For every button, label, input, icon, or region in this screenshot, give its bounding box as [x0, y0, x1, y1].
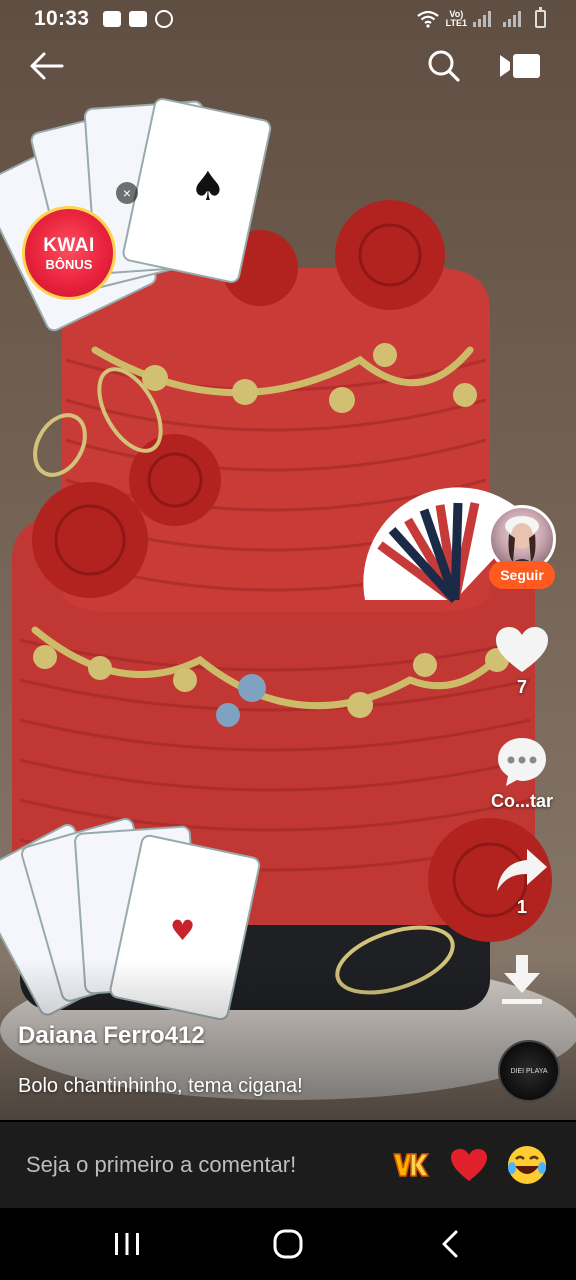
recent-apps-button[interactable]	[97, 1220, 157, 1268]
search-button[interactable]	[422, 44, 466, 88]
comment-input[interactable]: Seja o primeiro a comentar!	[26, 1152, 296, 1178]
status-bar: 10:33 Vo) LTE1	[0, 0, 576, 38]
search-icon	[428, 50, 460, 82]
svg-text:♥: ♥	[170, 914, 195, 947]
kwai-sticker-icon	[393, 1153, 430, 1177]
comment-icon	[498, 738, 546, 786]
top-bar	[0, 40, 576, 88]
video-caption: Bolo chantinhinho, tema cigana!	[18, 1075, 303, 1097]
share-arrow-icon	[497, 849, 547, 891]
comment-action[interactable]: Co...tar	[468, 735, 576, 812]
kwai-sticker-button[interactable]	[390, 1144, 432, 1186]
back-button[interactable]	[24, 44, 68, 88]
comment-bar: Seja o primeiro a comentar!	[0, 1122, 576, 1208]
music-disc-label: DIEI PLAYA	[510, 1067, 548, 1075]
share-count: 1	[516, 897, 527, 917]
author-avatar-group: Seguir	[468, 505, 576, 589]
download-icon	[502, 955, 542, 1004]
system-nav-bar	[0, 1208, 576, 1280]
kwai-bonus-badge[interactable]: KWAI BÔNUS	[22, 206, 116, 300]
video-mode-button[interactable]	[498, 44, 542, 88]
music-disc[interactable]: DIEI PLAYA	[498, 1040, 560, 1102]
kwai-bonus-subtitle: BÔNUS	[45, 256, 93, 272]
author-name[interactable]: Daiana Ferro412	[18, 1022, 205, 1050]
signal-2-icon	[503, 11, 521, 27]
kwai-bonus-close-button[interactable]: ×	[116, 182, 138, 204]
notification-app-icon	[103, 11, 122, 27]
battery-icon	[535, 7, 546, 28]
status-indicators: Vo) LTE1	[416, 7, 546, 28]
download-action[interactable]	[468, 953, 576, 1007]
wifi-icon	[416, 10, 439, 28]
heart-icon	[496, 627, 548, 672]
like-action[interactable]: 7	[468, 625, 576, 698]
home-button[interactable]	[258, 1220, 318, 1268]
comment-label: Co...tar	[490, 791, 553, 811]
notification-media-icon	[129, 11, 148, 27]
follow-button[interactable]: Seguir	[489, 561, 555, 589]
notification-sync-icon	[155, 10, 174, 28]
arrow-left-icon	[30, 52, 64, 80]
signal-icon	[473, 11, 491, 27]
red-heart-icon	[451, 1149, 487, 1181]
chevron-left-icon	[442, 1230, 458, 1258]
recent-apps-icon	[115, 1233, 139, 1255]
back-nav-button[interactable]	[420, 1220, 480, 1268]
home-icon	[273, 1229, 303, 1259]
network-type: Vo) LTE1	[446, 10, 467, 28]
notification-icons	[103, 10, 174, 28]
laugh-emoji-button[interactable]	[506, 1144, 548, 1186]
heart-emoji-button[interactable]	[448, 1144, 490, 1186]
svg-text:♠: ♠	[190, 164, 226, 210]
like-count: 7	[516, 677, 527, 697]
share-action[interactable]: 1	[468, 845, 576, 918]
kwai-bonus-title: KWAI	[43, 234, 95, 256]
laughing-face-icon	[508, 1146, 546, 1184]
video-mode-icon	[500, 54, 540, 78]
status-time: 10:33	[34, 7, 90, 30]
network-lte: LTE1	[445, 18, 467, 28]
